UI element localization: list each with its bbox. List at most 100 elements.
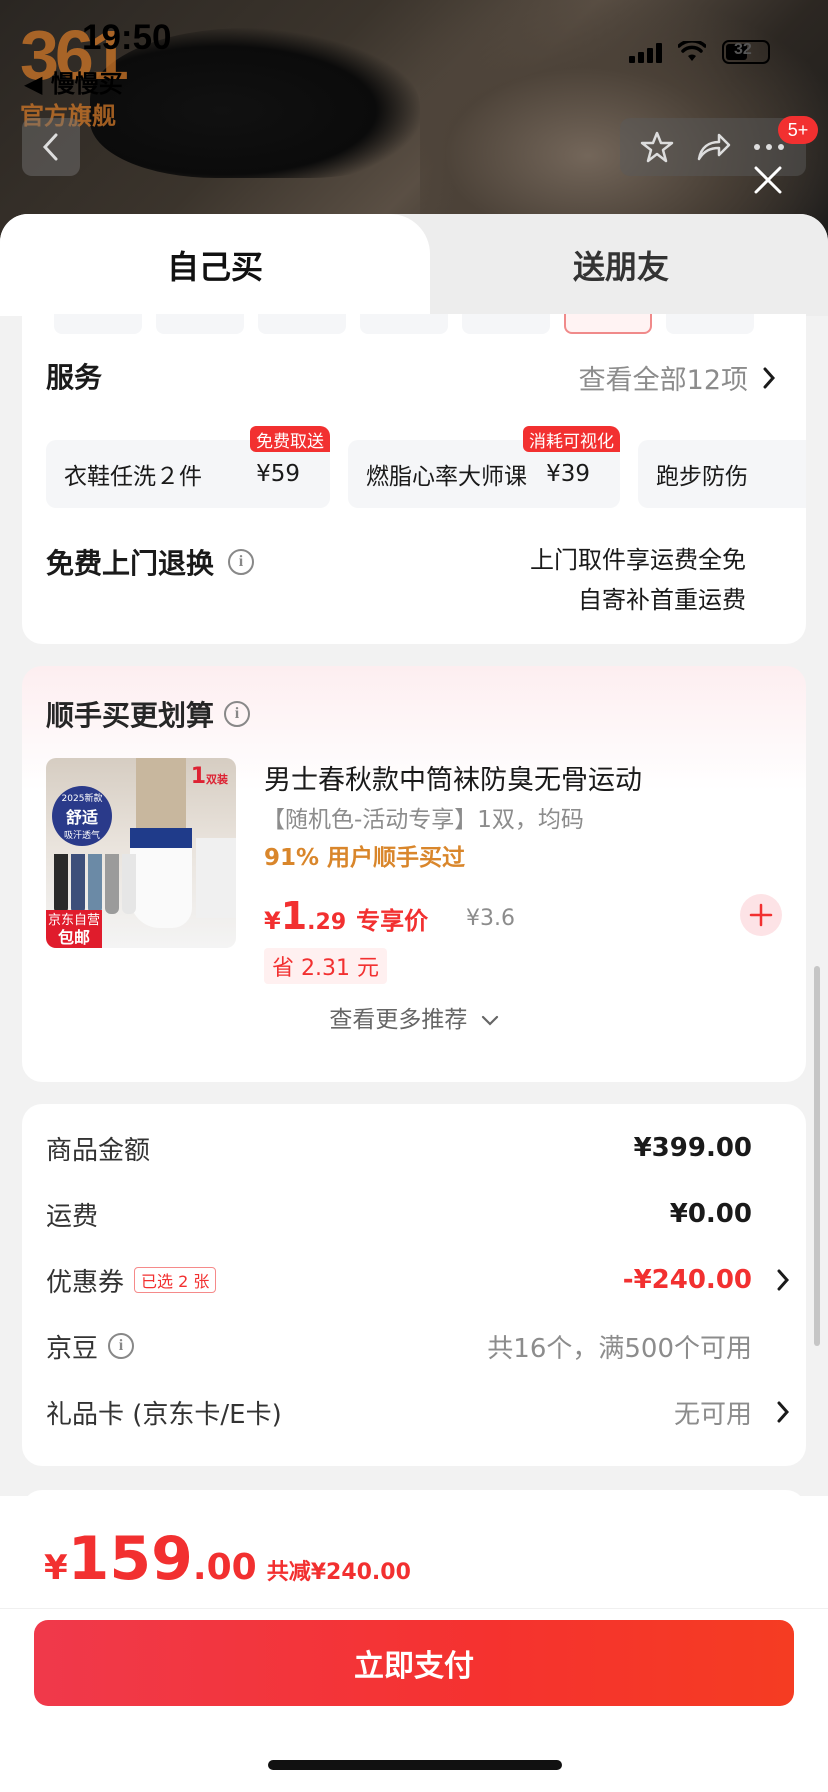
checkout-bottom-bar: ¥ 159 .00 共减¥240.00 立即支付 — [0, 1496, 828, 1792]
free-return-description: 上门取件享运费全免 自寄补首重运费 — [530, 540, 746, 620]
size-option-selected[interactable] — [564, 314, 652, 334]
status-time: 19:50 — [82, 18, 172, 57]
comfort-badge: 2025新款 舒适 吸汗透气 — [52, 786, 112, 846]
goods-amount-value: ¥399.00 — [633, 1133, 752, 1163]
scrollbar[interactable] — [814, 966, 820, 1346]
free-return-title: 免费上门退换 i — [46, 542, 255, 582]
jd-self-operated-tag: 京东自营 包邮 — [46, 910, 102, 948]
product-name[interactable]: 男士春秋款中筒袜防臭无骨运动 — [264, 758, 642, 797]
chevron-left-icon — [42, 133, 58, 161]
service-item[interactable]: 衣鞋任洗２件 ¥59 免费取送 — [46, 426, 330, 508]
back-to-app-link[interactable]: ◀ 慢慢买 — [24, 64, 123, 99]
home-indicator — [268, 1760, 562, 1770]
size-options-peek — [54, 314, 754, 334]
coupon-row[interactable]: 优惠券 已选 2 张 -¥240.00 — [46, 1260, 790, 1300]
service-item[interactable]: 跑步防伤 — [638, 440, 806, 508]
info-icon[interactable]: i — [108, 1333, 135, 1359]
service-item-tag: 消耗可视化 — [523, 426, 620, 452]
status-icons: 32 — [629, 40, 770, 64]
chevron-right-icon — [763, 367, 776, 388]
pay-now-button[interactable]: 立即支付 — [34, 1620, 794, 1706]
product-image[interactable]: 2025新款 舒适 吸汗透气 1双装 京东自营 包邮 — [46, 758, 236, 948]
tab-buy-self-label: 自己买 — [166, 248, 263, 286]
giftcard-row[interactable]: 礼品卡 (京东卡/E卡) 无可用 — [46, 1392, 790, 1432]
chevron-right-icon — [777, 1401, 790, 1423]
bought-together-rate: 91% 用户顺手买过 — [264, 845, 466, 871]
size-option[interactable] — [462, 314, 550, 334]
goods-amount-row: 商品金额 ¥399.00 — [46, 1128, 782, 1168]
view-all-services-link[interactable]: 查看全部12项 — [579, 358, 776, 397]
savings-badge: 省 2.31 元 — [264, 948, 387, 984]
comfort-badge-sub: 吸汗透气 — [63, 831, 100, 841]
recommend-title-label: 顺手买更划算 — [46, 699, 215, 732]
jingdou-label-group: 京豆 i — [46, 1328, 135, 1365]
jingdou-row: 京豆 i 共16个，满500个可用 — [46, 1326, 782, 1366]
coupon-label-group: 优惠券 已选 2 张 — [46, 1262, 217, 1299]
battery-icon: 32 — [722, 40, 770, 64]
add-to-order-button[interactable] — [740, 894, 782, 936]
free-return-line1: 上门取件享运费全免 — [530, 546, 746, 574]
service-title: 服务 — [46, 361, 103, 394]
size-option[interactable] — [258, 314, 346, 334]
info-icon[interactable]: i — [224, 701, 251, 727]
service-item-price: ¥59 — [256, 461, 300, 487]
total-decimal: .00 — [192, 1547, 257, 1588]
price-label: 专享价 — [356, 907, 429, 935]
price-decimal: .29 — [307, 910, 347, 935]
service-item-tag: 免费取送 — [250, 426, 330, 452]
divider — [0, 1608, 828, 1609]
view-more-recommend-link[interactable]: 查看更多推荐 — [22, 1000, 806, 1034]
jingdou-label: 京豆 — [46, 1333, 99, 1364]
share-icon[interactable] — [695, 131, 731, 163]
shipping-row: 运费 ¥0.00 — [46, 1194, 782, 1234]
jd-tag-line2: 包邮 — [57, 928, 90, 947]
add-on-recommend-card: 顺手买更划算 i 2025新款 舒适 吸汗透气 1双装 京东自营 包邮 男士春秋… — [22, 666, 806, 1082]
chevron-down-icon — [481, 1015, 498, 1026]
service-list: 衣鞋任洗２件 ¥59 免费取送 燃脂心率大师课 ¥39 消耗可视化 跑步防伤 — [46, 424, 806, 524]
shipping-value: ¥0.00 — [669, 1199, 752, 1229]
free-return-line2: 自寄补首重运费 — [578, 586, 746, 614]
message-count-badge: 5+ — [778, 116, 818, 144]
service-item-name: 燃脂心率大师课 — [366, 464, 527, 490]
shipping-label: 运费 — [46, 1201, 99, 1232]
close-icon[interactable] — [750, 162, 786, 198]
coupon-label: 优惠券 — [46, 1267, 125, 1298]
service-item-name: 跑步防伤 — [656, 464, 748, 490]
size-option[interactable] — [666, 314, 754, 334]
size-option[interactable] — [360, 314, 448, 334]
chevron-right-icon — [777, 1269, 790, 1291]
tab-send-friend[interactable]: 送朋友 — [414, 214, 828, 316]
view-all-services-label: 查看全部12项 — [578, 365, 748, 396]
size-option[interactable] — [156, 314, 244, 334]
total-price: ¥ 159 .00 共减¥240.00 — [44, 1524, 411, 1594]
coupon-selected-tag: 已选 2 张 — [134, 1267, 217, 1293]
star-icon[interactable] — [640, 130, 674, 164]
recommend-title: 顺手买更划算 i — [46, 694, 251, 734]
signal-icon — [629, 41, 662, 63]
giftcard-value: 无可用 — [673, 1399, 752, 1430]
back-button[interactable] — [22, 118, 80, 176]
size-option[interactable] — [54, 314, 142, 334]
view-more-recommend-label: 查看更多推荐 — [329, 1007, 468, 1033]
battery-percent: 32 — [734, 41, 752, 58]
original-price: ¥3.6 — [466, 906, 515, 931]
info-icon[interactable]: i — [228, 549, 255, 575]
service-item[interactable]: 燃脂心率大师课 ¥39 消耗可视化 — [348, 426, 620, 508]
free-return-label: 免费上门退换 — [46, 547, 215, 580]
goods-amount-label: 商品金额 — [46, 1135, 151, 1166]
comfort-badge-year: 2025新款 — [61, 794, 103, 804]
service-item-price: ¥39 — [546, 461, 590, 487]
tab-send-friend-label: 送朋友 — [572, 248, 669, 286]
exclusive-price: ¥ 1 .29 专享价 — [264, 894, 428, 938]
service-card: 服务 查看全部12项 衣鞋任洗２件 ¥59 免费取送 燃脂心率大师课 ¥39 消… — [22, 314, 806, 644]
tab-buy-self[interactable]: 自己买 — [0, 214, 430, 316]
pack-count-number: 1 — [190, 764, 206, 789]
wifi-icon — [678, 41, 706, 61]
jingdou-value: 共16个，满500个可用 — [487, 1333, 752, 1364]
giftcard-label: 礼品卡 (京东卡/E卡) — [46, 1399, 282, 1430]
coupon-value: -¥240.00 — [622, 1265, 752, 1295]
purchase-mode-tabs: 送朋友 自己买 — [0, 214, 828, 316]
plus-icon — [749, 903, 773, 927]
more-icon[interactable] — [752, 142, 786, 152]
pack-count: 1双装 — [191, 764, 228, 789]
